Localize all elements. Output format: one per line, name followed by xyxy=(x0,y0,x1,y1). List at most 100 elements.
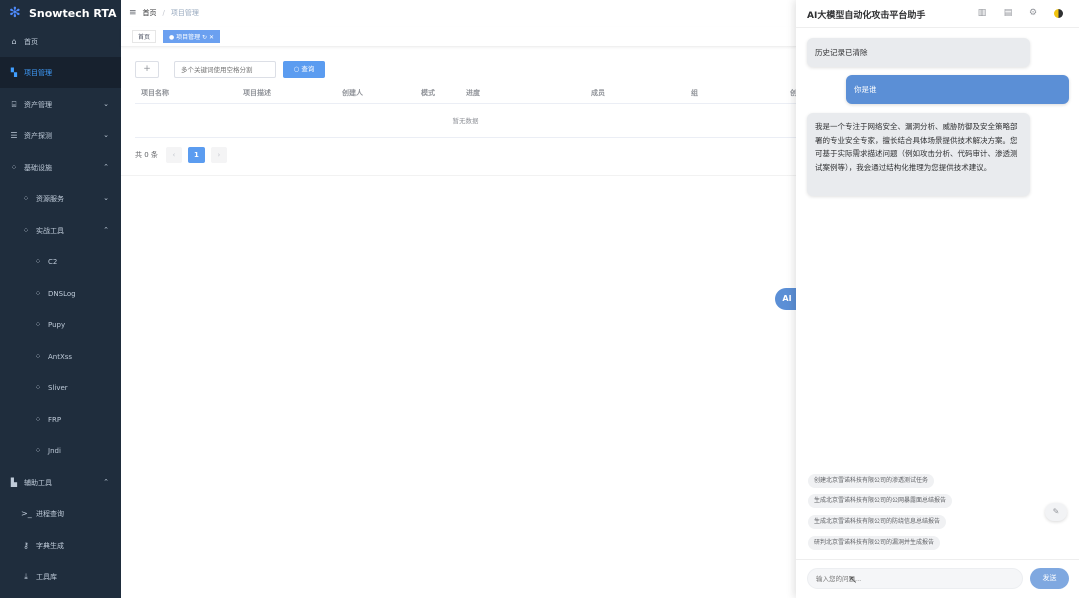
sidebar-item[interactable]: ⚷ 字典生成 xyxy=(0,530,121,561)
sidebar-item[interactable]: ⌂ 首页 xyxy=(0,26,121,57)
sidebar-item-label: 基础设施 xyxy=(24,163,52,172)
gear-icon[interactable]: ⚙ xyxy=(1028,8,1038,19)
chat-header: AI大模型自动化攻击平台助手 ▥ ▤ ⚙ xyxy=(796,0,1079,28)
sidebar-item-label: 实战工具 xyxy=(36,226,64,235)
tag-home[interactable]: 首页 xyxy=(132,30,157,43)
add-project-button[interactable]: + xyxy=(135,61,159,78)
sidebar-item-label: Sliver xyxy=(48,383,68,392)
sidebar: ✻ Snowtech RTA ⌂ 首页 ▚ 项目管理 ⌸ 资产管理 ⌄ ☰ 资产探测 ⌄ ⁘ 基础设施… xyxy=(0,0,121,598)
column-header[interactable]: 成员 xyxy=(591,88,605,98)
chevron-icon: ⌄ xyxy=(103,100,109,108)
sidebar-item[interactable]: ⁘ 实战工具 ⌃ xyxy=(0,215,121,246)
sidebar-item-label: 资源服务 xyxy=(36,194,64,203)
breadcrumb-home[interactable]: 首页 xyxy=(143,8,157,18)
sidebar-item-label: AntXss xyxy=(48,352,73,361)
sidebar-item[interactable]: ⁘ Pupy xyxy=(0,309,121,340)
table-empty-text: 暂无数据 xyxy=(135,104,796,138)
send-button[interactable]: 发送 xyxy=(1030,568,1069,589)
sidebar-item-label: 首页 xyxy=(24,37,38,46)
document-icon[interactable]: ▤ xyxy=(1003,8,1013,19)
edit-pencil-icon[interactable]: ✎ xyxy=(1045,503,1067,521)
sidebar-item[interactable]: ⁘ Sliver xyxy=(0,372,121,403)
top-navbar: ≡ 首页 / 项目管理 xyxy=(121,0,796,26)
sidebar-item[interactable]: ⁘ AntXss xyxy=(0,341,121,372)
bank-icon: ⌸ xyxy=(11,99,17,109)
grid-icon: ⁘ xyxy=(34,320,42,329)
sidebar-item-label: Jndi xyxy=(48,446,61,455)
sidebar-item[interactable]: ⤓ 工具库 xyxy=(0,561,121,592)
pagination-total: 共 0 条 xyxy=(135,151,158,159)
chevron-icon: ⌃ xyxy=(103,163,109,171)
search-input[interactable] xyxy=(174,61,276,78)
trash-icon[interactable]: ▥ xyxy=(977,8,987,19)
pagination-prev-button[interactable]: ‹ xyxy=(165,147,182,163)
theme-toggle-icon[interactable] xyxy=(1054,9,1063,18)
chevron-icon: ⌄ xyxy=(103,131,109,139)
terminal-icon: >_ xyxy=(21,509,32,518)
key-icon: ⚷ xyxy=(23,541,29,550)
sidebar-item-label: 资产管理 xyxy=(24,100,52,109)
column-header[interactable]: 模式 xyxy=(421,88,435,98)
sidebar-item-label: 字典生成 xyxy=(36,541,64,550)
sidebar-item[interactable]: >_ 进程查询 xyxy=(0,498,121,529)
sidebar-item[interactable]: ⌸ 资产管理 ⌄ xyxy=(0,89,121,120)
sidebar-item[interactable]: ▚ 项目管理 xyxy=(0,57,121,88)
sidebar-item-label: Pupy xyxy=(48,320,66,329)
grid-icon: ⁘ xyxy=(34,257,42,266)
pagination: 共 0 条 ‹ 1 › xyxy=(135,147,233,163)
search-button[interactable]: ○ 查询 xyxy=(283,61,325,78)
dashboard-icon: ⌂ xyxy=(11,37,17,46)
sidebar-item-label: 资产探测 xyxy=(24,131,52,140)
chat-message-system: 历史记录已清除 xyxy=(807,38,1030,67)
sidebar-item[interactable]: ⁘ FRP xyxy=(0,404,121,435)
logo[interactable]: ✻ Snowtech RTA xyxy=(0,0,121,26)
download-icon: ⤓ xyxy=(24,571,28,581)
sidebar-item[interactable]: ▙ 辅助工具 ⌃ xyxy=(0,467,121,498)
chat-input[interactable] xyxy=(807,568,1023,589)
chevron-icon: ⌃ xyxy=(103,478,109,486)
table-header: 项目名称 项目描述 创建人 模式 进度 成员 组 创 xyxy=(135,82,797,104)
hamburger-icon[interactable]: ≡ xyxy=(129,8,137,18)
column-header[interactable]: 创建人 xyxy=(342,88,363,98)
column-header[interactable]: 组 xyxy=(691,88,698,98)
breadcrumb-separator: / xyxy=(162,9,165,17)
sidebar-item[interactable]: ⁘ Jndi xyxy=(0,435,121,466)
toolbox-icon: ▙ xyxy=(10,478,18,487)
sidebar-item-label: C2 xyxy=(48,257,58,266)
sidebar-item[interactable]: ⁘ 基础设施 ⌃ xyxy=(0,152,121,183)
suggestion-chip[interactable]: 创建北京雪诺科技有限公司的渗透测试任务 xyxy=(808,474,935,488)
suggestion-chip[interactable]: 研判北京雪诺科技有限公司的漏洞并生成报告 xyxy=(808,536,941,550)
column-header[interactable]: 项目描述 xyxy=(243,88,271,98)
breadcrumb-current: 项目管理 xyxy=(170,9,199,17)
chat-message-assistant: 我是一个专注于网络安全、漏洞分析、威胁防御及安全策略部署的专业安全专家，擅长结合… xyxy=(807,113,1030,196)
column-header[interactable]: 项目名称 xyxy=(141,88,169,98)
sidebar-item-label: 项目管理 xyxy=(24,68,52,77)
chat-title: AI大模型自动化攻击平台助手 xyxy=(807,11,926,21)
suggestion-chip[interactable]: 生成北京雪诺科技有限公司的公网暴露面总结报告 xyxy=(808,494,953,508)
sidebar-item-label: DNSLog xyxy=(48,289,76,298)
app-root: ✻ Snowtech RTA ⌂ 首页 ▚ 项目管理 ⌸ 资产管理 ⌄ ☰ 资产探测 ⌄ ⁘ 基础设施… xyxy=(0,0,1079,598)
grid-icon: ⁘ xyxy=(22,194,30,203)
pagination-page-button[interactable]: 1 xyxy=(187,147,205,163)
snowflake-logo-icon: ✻ xyxy=(9,5,21,21)
grid-icon: ⁘ xyxy=(34,446,42,455)
sidebar-item[interactable]: ⁘ 资源服务 ⌄ xyxy=(0,183,121,214)
divider xyxy=(121,175,796,176)
suggestion-chip[interactable]: 生成北京雪诺科技有限公司的防绕信息总结报告 xyxy=(808,515,947,529)
chevron-icon: ⌃ xyxy=(103,226,109,234)
sidebar-item-label: FRP xyxy=(48,415,62,424)
server-icon: ☰ xyxy=(10,131,18,140)
grid-icon: ⁘ xyxy=(22,226,30,235)
column-header[interactable]: 进度 xyxy=(466,88,480,98)
grid-icon: ⁘ xyxy=(34,383,42,392)
mouse-cursor-icon: ↖ xyxy=(849,575,858,586)
sidebar-item[interactable]: ☰ 资产探测 ⌄ xyxy=(0,120,121,151)
logo-text: Snowtech RTA xyxy=(29,6,117,20)
sidebar-item[interactable]: ⁘ DNSLog xyxy=(0,278,121,309)
tag-project-management[interactable]: ● 项目管理 ↻ ✕ xyxy=(163,30,221,43)
sidebar-item[interactable]: ⁘ C2 xyxy=(0,246,121,277)
pagination-next-button[interactable]: › xyxy=(210,147,227,163)
grid-icon: ⁘ xyxy=(34,289,42,298)
grid-icon: ⁘ xyxy=(34,352,42,361)
ai-chat-panel: AI大模型自动化攻击平台助手 ▥ ▤ ⚙ 历史记录已清除 你是谁 我是一个专注于… xyxy=(796,0,1079,598)
